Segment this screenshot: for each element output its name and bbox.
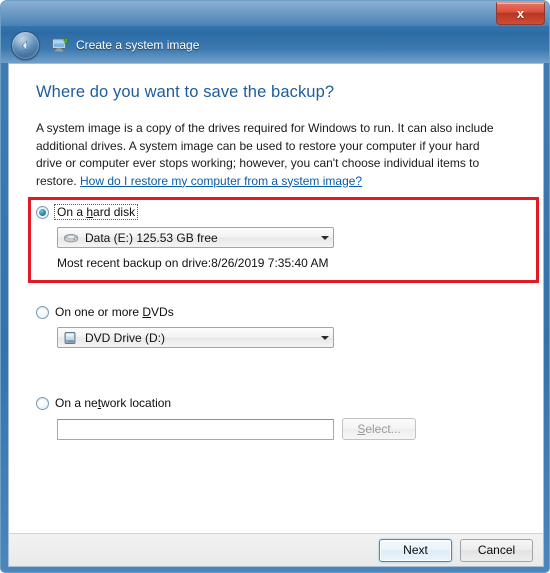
chevron-down-icon[interactable] xyxy=(316,228,333,247)
navigation-row: Create a system image xyxy=(11,30,199,60)
system-image-icon xyxy=(51,36,69,54)
radio-on-one-or-more-dvds[interactable]: On one or more DVDs xyxy=(36,304,334,320)
close-button[interactable]: x xyxy=(496,2,545,25)
back-button[interactable] xyxy=(11,30,40,60)
on-a-hard-disk-option-group: On a hard disk Data (E:) 125.53 GB free … xyxy=(36,204,334,270)
most-recent-backup-note: Most recent backup on drive:8/26/2019 7:… xyxy=(57,256,329,270)
next-button[interactable]: Next xyxy=(379,538,452,562)
network-location-row: Select... xyxy=(57,418,416,440)
dialog-footer: Next Cancel xyxy=(8,533,544,567)
label-part-pre: On a xyxy=(57,205,87,219)
on-dvds-option-group: On one or more DVDs DVD Drive (D:) xyxy=(36,304,334,348)
radio-label-hard-disk: On a hard disk xyxy=(53,204,139,220)
select-button-mnemonic: S xyxy=(357,422,366,436)
content-pane: Where do you want to save the backup? A … xyxy=(8,63,544,533)
restore-help-link[interactable]: How do I restore my computer from a syst… xyxy=(80,174,362,188)
label-mnemonic: D xyxy=(142,305,152,319)
select-button-label: elect... xyxy=(365,422,401,436)
label-part-pre: On a ne xyxy=(55,396,98,410)
hard-disk-icon xyxy=(63,231,79,245)
back-arrow-icon xyxy=(21,40,27,50)
dvd-drive-dropdown[interactable]: DVD Drive (D:) xyxy=(57,327,334,348)
dvd-drive-icon xyxy=(63,331,79,345)
intro-paragraph: A system image is a copy of the drives r… xyxy=(36,120,504,190)
select-button[interactable]: Select... xyxy=(342,418,416,440)
create-system-image-window: x Create a system image Where do you wan… xyxy=(0,0,550,573)
window-title: Create a system image xyxy=(76,38,200,52)
radio-button-dvds-icon[interactable] xyxy=(36,305,49,319)
cancel-button[interactable]: Cancel xyxy=(460,538,533,562)
label-part-post: VDs xyxy=(151,305,174,319)
radio-label-network: On a network location xyxy=(55,396,171,410)
page-title: Where do you want to save the backup? xyxy=(36,83,335,101)
dvd-drive-dropdown-value: DVD Drive (D:) xyxy=(85,330,165,345)
network-location-input[interactable] xyxy=(57,418,334,440)
on-network-location-option-group: On a network location Select... xyxy=(36,395,416,440)
radio-label-dvds: On one or more DVDs xyxy=(55,305,174,319)
chevron-down-icon[interactable] xyxy=(316,328,333,347)
label-part-pre: On one or more xyxy=(55,305,143,319)
label-part-post: work location xyxy=(101,396,172,410)
radio-on-a-network-location[interactable]: On a network location xyxy=(36,395,416,411)
radio-on-a-hard-disk[interactable]: On a hard disk xyxy=(36,204,334,220)
hard-disk-dropdown-value: Data (E:) 125.53 GB free xyxy=(85,230,218,245)
radio-button-hard-disk-icon[interactable] xyxy=(36,205,49,219)
label-part-post: ard disk xyxy=(93,205,136,219)
hard-disk-dropdown[interactable]: Data (E:) 125.53 GB free xyxy=(57,227,334,248)
close-icon: x xyxy=(516,5,525,21)
radio-button-network-icon[interactable] xyxy=(36,396,49,410)
